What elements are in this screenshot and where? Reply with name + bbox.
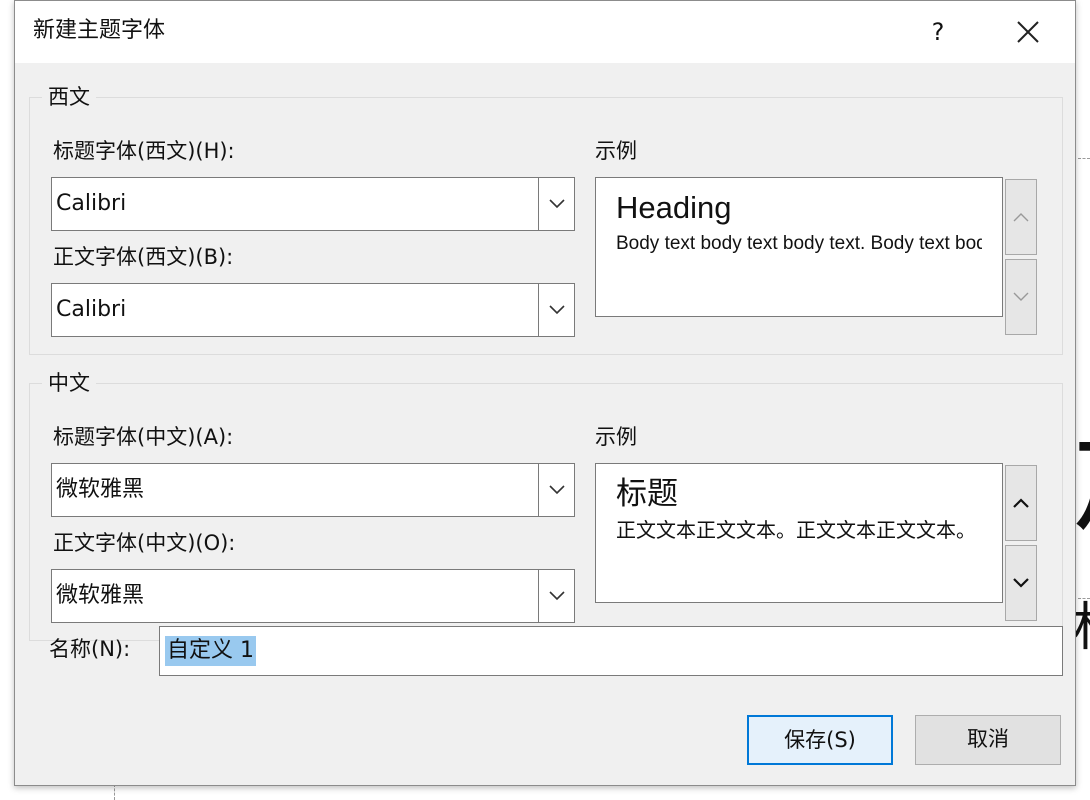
dialog-title: 新建主题字体 (33, 18, 166, 43)
chevron-down-icon (548, 591, 565, 601)
theme-name-input[interactable]: 自定义 1 (159, 626, 1063, 676)
western-sample-label: 示例 (595, 139, 637, 163)
chinese-body-font-label: 正文字体(中文)(O): (53, 531, 236, 555)
create-theme-fonts-dialog: 新建主题字体 ? 西文 标题字体(西文)(H): Calibri 正文字体(西文… (14, 0, 1076, 786)
chevron-down-icon (1013, 292, 1029, 301)
chinese-heading-font-dropdown-button[interactable] (538, 464, 574, 516)
western-heading-font-combobox[interactable]: Calibri (51, 177, 575, 231)
help-button[interactable]: ? (909, 7, 967, 57)
western-heading-font-dropdown-button[interactable] (538, 178, 574, 230)
western-sample-heading: Heading (616, 190, 732, 225)
western-heading-font-value[interactable]: Calibri (56, 178, 126, 230)
chevron-down-icon (548, 485, 565, 495)
chinese-heading-font-combobox[interactable]: 微软雅黑 (51, 463, 575, 517)
close-icon (1017, 21, 1039, 43)
chinese-sample-heading: 标题 (616, 476, 678, 512)
chinese-body-font-value[interactable]: 微软雅黑 (56, 570, 144, 622)
western-sample-scroll-down-button[interactable] (1005, 259, 1037, 335)
dialog-titlebar: 新建主题字体 ? (15, 1, 1075, 63)
western-body-font-value[interactable]: Calibri (56, 284, 126, 336)
theme-name-value[interactable]: 自定义 1 (165, 636, 256, 666)
chinese-sample-preview: 标题 正文文本正文文本。正文文本正文文本。 (595, 463, 1003, 603)
western-sample-body: Body text body text body text. Body text… (616, 233, 982, 254)
cancel-button[interactable]: 取消 (915, 715, 1061, 765)
chevron-up-icon (1013, 498, 1029, 508)
western-body-font-label: 正文字体(西文)(B): (53, 245, 234, 269)
background-guide-line (1078, 158, 1090, 159)
close-button[interactable] (999, 7, 1057, 57)
chinese-body-font-dropdown-button[interactable] (538, 570, 574, 622)
western-body-font-combobox[interactable]: Calibri (51, 283, 575, 337)
chinese-sample-scroll-up-button[interactable] (1005, 465, 1037, 541)
western-body-font-dropdown-button[interactable] (538, 284, 574, 336)
chinese-group-legend: 中文 (42, 370, 96, 396)
chinese-sample-label: 示例 (595, 425, 637, 449)
chinese-heading-font-label: 标题字体(中文)(A): (53, 425, 234, 449)
chinese-body-font-combobox[interactable]: 微软雅黑 (51, 569, 575, 623)
chinese-heading-font-value[interactable]: 微软雅黑 (56, 464, 144, 516)
chinese-sample-body: 正文文本正文文本。正文文本正文文本。 (616, 518, 976, 542)
chevron-up-icon (1013, 213, 1029, 222)
western-sample-preview: Heading Body text body text body text. B… (595, 177, 1003, 317)
western-heading-font-label: 标题字体(西文)(H): (53, 139, 235, 163)
western-group-legend: 西文 (42, 84, 96, 110)
chinese-sample-scroll-down-button[interactable] (1005, 545, 1037, 621)
theme-name-label: 名称(N): (49, 637, 131, 661)
chevron-down-icon (548, 199, 565, 209)
western-sample-scroll-up-button[interactable] (1005, 179, 1037, 255)
chevron-down-icon (1013, 578, 1029, 588)
background-guide-line (114, 784, 115, 800)
save-button[interactable]: 保存(S) (747, 715, 893, 765)
chevron-down-icon (548, 305, 565, 315)
